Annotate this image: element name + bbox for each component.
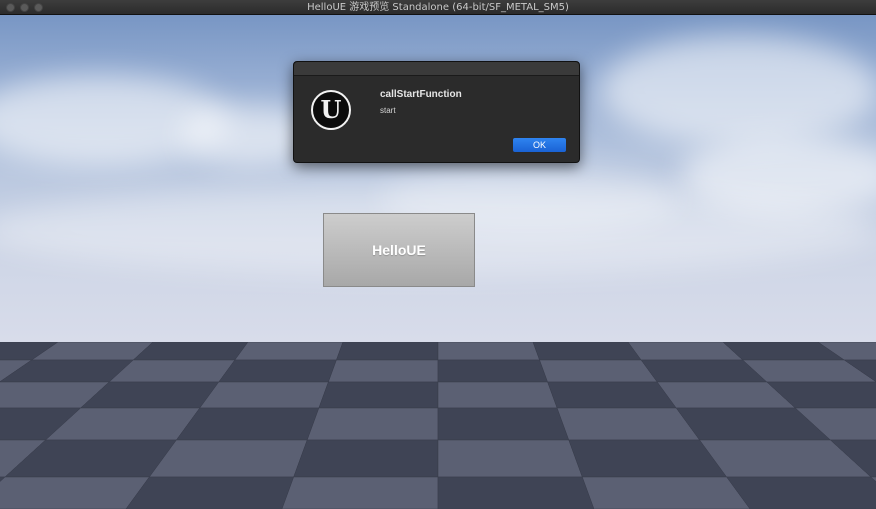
floor-tile (556, 407, 701, 441)
floor-tile (539, 359, 658, 383)
floor-tile (437, 359, 548, 383)
floor-tile (318, 381, 439, 409)
floor-tile (132, 342, 249, 361)
floor-tile (532, 342, 642, 361)
floor-tile (581, 476, 751, 509)
floor-tile (437, 439, 583, 478)
floor-tile (437, 407, 570, 441)
ok-button[interactable]: OK (513, 138, 566, 152)
floor-tile (175, 407, 320, 441)
floor-tile (568, 439, 728, 478)
game-viewport[interactable]: HelloUE U callStartFunction start OK (0, 15, 876, 509)
checkered-floor (0, 342, 876, 509)
unreal-logo-icon: U (311, 90, 351, 130)
dialog-message: start (380, 106, 396, 115)
title-bar[interactable]: HelloUE 游戏预览 Standalone (64-bit/SF_METAL… (0, 0, 876, 15)
floor-tile (328, 359, 439, 383)
floor-tile (148, 439, 308, 478)
floor-tile (627, 342, 744, 361)
floor-tile (336, 342, 439, 361)
floor-tile (726, 476, 876, 509)
dialog-title-strip (294, 62, 579, 76)
floor-tile (218, 359, 337, 383)
floor-tile (125, 476, 295, 509)
floor-tile (437, 381, 558, 409)
floor-tile (234, 342, 344, 361)
floor-grid (0, 342, 876, 509)
floor-tile (437, 476, 595, 509)
floor-tile (0, 476, 150, 509)
floor-tile (437, 342, 540, 361)
floor-tile (293, 439, 439, 478)
floor-tile (281, 476, 439, 509)
message-dialog: U callStartFunction start OK (293, 61, 580, 163)
dialog-title: callStartFunction (380, 89, 462, 100)
floor-tile (547, 381, 677, 409)
game-window: HelloUE 游戏预览 Standalone (64-bit/SF_METAL… (0, 0, 876, 509)
window-title: HelloUE 游戏预览 Standalone (64-bit/SF_METAL… (307, 2, 569, 13)
hello-ue-button[interactable]: HelloUE (323, 213, 475, 287)
floor-tile (199, 381, 329, 409)
floor-tile (306, 407, 439, 441)
